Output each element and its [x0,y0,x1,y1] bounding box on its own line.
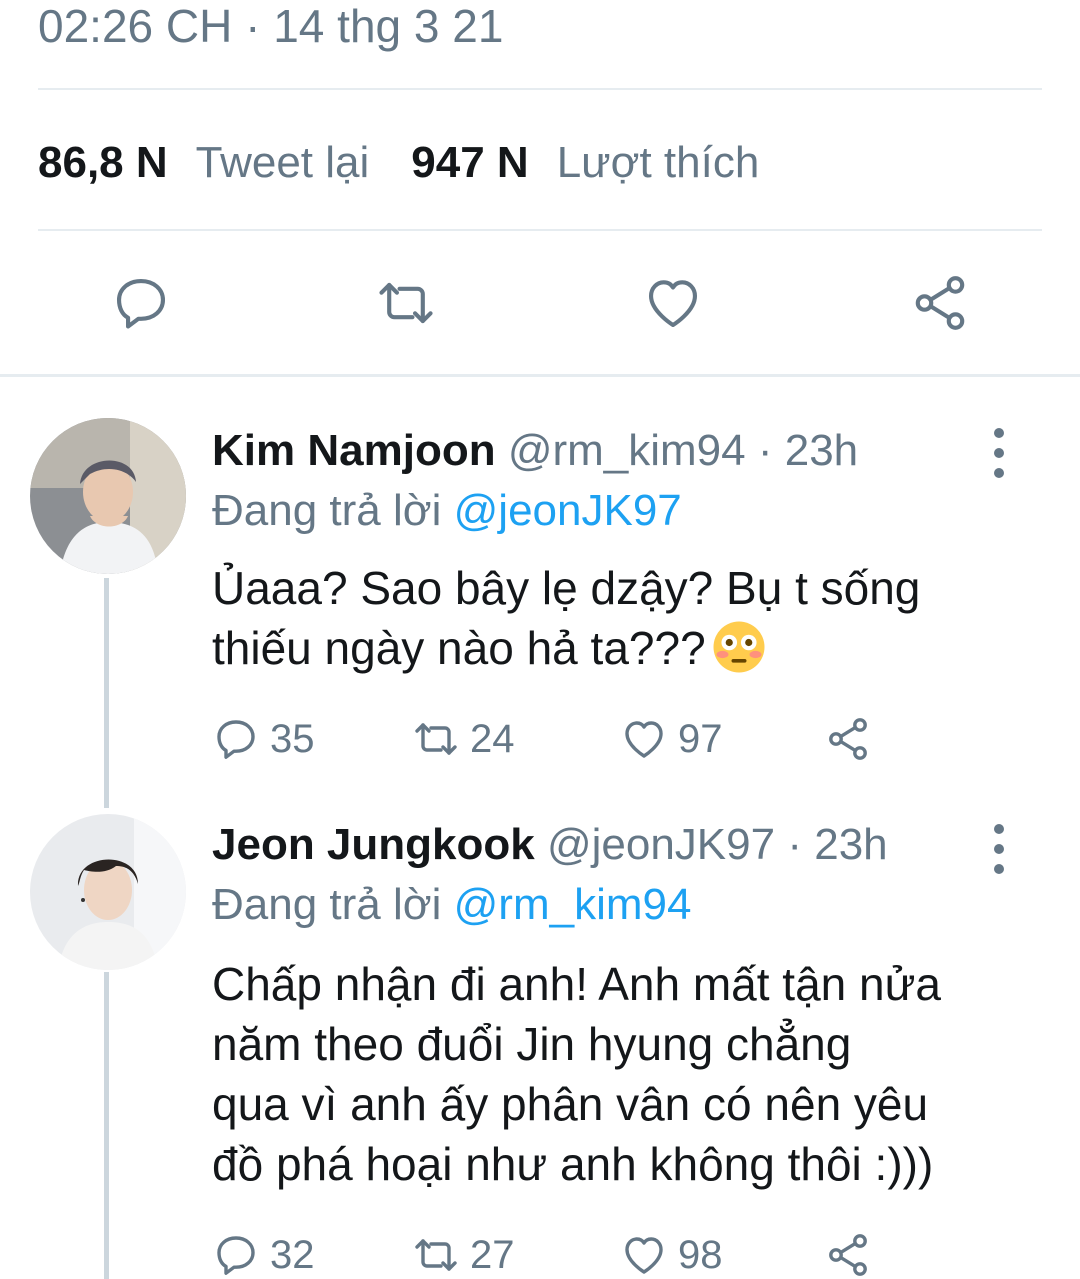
heart-icon [625,721,663,758]
share-icon [829,1234,867,1276]
share-icon [829,718,867,760]
reply-action-bar: 32 27 98 [212,1230,1012,1279]
reply-icon [217,720,255,759]
like-button[interactable]: 98 [620,1230,723,1279]
share-icon [915,276,965,330]
share-button[interactable] [824,714,872,764]
replying-to-handle[interactable]: @jeonJK97 [454,486,682,535]
reply-icon [116,278,166,329]
divider [38,229,1042,231]
retweet-button[interactable]: 27 [412,1230,515,1279]
share-button[interactable] [905,268,975,338]
avatar[interactable] [30,418,186,574]
retweet-icon [415,723,457,755]
likes-count[interactable]: 947 N [411,138,528,188]
user-handle[interactable]: @rm_kim94 [508,426,746,475]
tweet-text-line: thiếu ngày nào hả ta??? [212,618,1032,678]
user-handle[interactable]: @jeonJK97 [547,820,775,869]
retweets-count[interactable]: 86,8 N [38,138,168,188]
replying-to: Đang trả lời @jeonJK97 [212,484,682,538]
replying-to-handle[interactable]: @rm_kim94 [454,880,692,929]
reply-button[interactable]: 35 [212,714,315,764]
tweet-text-line: Ủaaa? Sao bây lẹ dzậy? Bụ t sống [212,562,921,614]
display-name[interactable]: Kim Namjoon [212,426,496,475]
tweet-text-line: qua vì anh ấy phân vân có nên yêu [212,1078,929,1130]
thread-line [104,972,109,1279]
tweet-text: Ủaaa? Sao bây lẹ dzậy? Bụ t sống thiếu n… [212,558,1032,678]
retweet-button[interactable]: 24 [412,714,515,764]
flushed-face-emoji [713,621,765,673]
more-options-button[interactable] [984,428,1014,478]
like-count: 97 [678,716,723,761]
heart-icon [625,1237,663,1274]
like-count: 98 [678,1232,723,1277]
reply-button[interactable] [106,268,176,338]
reply-action-bar: 35 24 97 [212,714,1012,764]
like-button[interactable] [638,268,708,338]
reply-button[interactable]: 32 [212,1230,315,1279]
tweet-timestamp: 02:26 CH · 14 thg 3 21 [38,0,504,52]
replying-to: Đang trả lời @rm_kim94 [212,878,691,932]
tweet-time: · 23h [757,426,859,475]
retweet-button[interactable] [371,268,441,338]
share-button[interactable] [824,1230,872,1279]
like-button[interactable]: 97 [620,714,723,764]
retweets-label[interactable]: Tweet lại [196,138,370,188]
replying-prefix: Đang trả lời [212,880,442,929]
tweet-text-line: Chấp nhận đi anh! Anh mất tận nửa [212,958,941,1010]
tweet-text-line: đồ phá hoại như anh không thôi :))) [212,1138,934,1190]
thread-line [104,578,109,808]
section-divider [0,374,1080,377]
retweet-icon [415,1239,457,1271]
tweet-stats: 86,8 N Tweet lại 947 N Lượt thích [38,136,801,190]
heart-icon [648,280,698,328]
tweet-action-bar [0,268,1080,338]
reply-icon [217,1236,255,1275]
retweet-count: 24 [470,716,515,761]
reply-count: 32 [270,1232,315,1277]
more-options-button[interactable] [984,824,1014,874]
divider [38,88,1042,90]
likes-label[interactable]: Lượt thích [557,138,760,188]
reply-count: 35 [270,716,315,761]
display-name[interactable]: Jeon Jungkook [212,820,535,869]
tweet-time: · 23h [787,820,888,869]
tweet-text-line: năm theo đuổi Jin hyung chẳng [212,1018,852,1070]
retweet-count: 27 [470,1232,515,1277]
replying-prefix: Đang trả lời [212,486,442,535]
avatar[interactable] [30,814,186,970]
tweet-text: Chấp nhận đi anh! Anh mất tận nửa năm th… [212,954,1032,1194]
retweet-icon [379,282,433,324]
